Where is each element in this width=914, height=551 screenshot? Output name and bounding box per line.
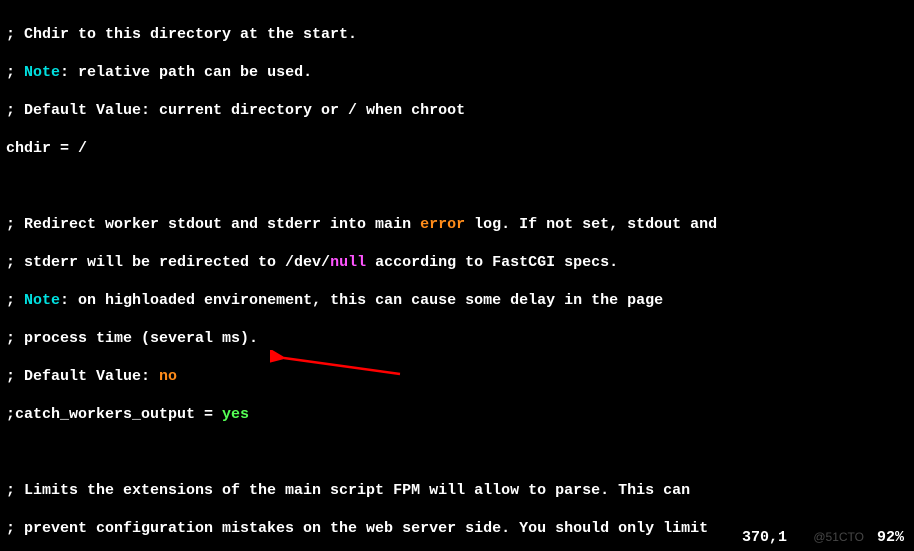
code-line: chdir = / [6, 139, 914, 158]
text: ; Default Value: current directory or / … [6, 102, 465, 119]
text: ; prevent configuration mistakes on the … [6, 520, 708, 537]
code-line: ;catch_workers_output = yes [6, 405, 914, 424]
text: chdir = / [6, 140, 87, 157]
keyword-note: Note [24, 292, 60, 309]
terminal-editor[interactable]: ; Chdir to this directory at the start. … [0, 0, 914, 551]
text: according to FastCGI specs. [366, 254, 618, 271]
text: ; process time (several ms). [6, 330, 258, 347]
status-position: 370,1 [742, 529, 787, 546]
code-line: ; stderr will be redirected to /dev/null… [6, 253, 914, 272]
vim-status-bar: 370,1 92% [742, 528, 904, 547]
keyword-null: null [330, 254, 366, 271]
text: ; [6, 292, 24, 309]
keyword-error: error [420, 216, 465, 233]
text: ; [6, 64, 24, 81]
keyword-no: no [159, 368, 177, 385]
code-line: ; Redirect worker stdout and stderr into… [6, 215, 914, 234]
code-line: ; Default Value: no [6, 367, 914, 386]
text: : relative path can be used. [60, 64, 312, 81]
text: ; Chdir to this directory at the start. [6, 26, 357, 43]
text: ; Limits the extensions of the main scri… [6, 482, 690, 499]
code-line [6, 443, 914, 462]
text: ; stderr will be redirected to /dev/ [6, 254, 330, 271]
code-line: ; process time (several ms). [6, 329, 914, 348]
code-line: ; Limits the extensions of the main scri… [6, 481, 914, 500]
code-line [6, 177, 914, 196]
text: log. If not set, stdout and [465, 216, 717, 233]
text: ; Redirect worker stdout and stderr into… [6, 216, 420, 233]
keyword-yes: yes [222, 406, 249, 423]
text: : on highloaded environement, this can c… [60, 292, 663, 309]
code-line: ; Note: relative path can be used. [6, 63, 914, 82]
status-percent: 92% [877, 529, 904, 546]
text: ;catch_workers_output = [6, 406, 222, 423]
keyword-note: Note [24, 64, 60, 81]
code-line: ; Default Value: current directory or / … [6, 101, 914, 120]
code-line: ; Note: on highloaded environement, this… [6, 291, 914, 310]
text: ; Default Value: [6, 368, 159, 385]
code-line: ; Chdir to this directory at the start. [6, 25, 914, 44]
